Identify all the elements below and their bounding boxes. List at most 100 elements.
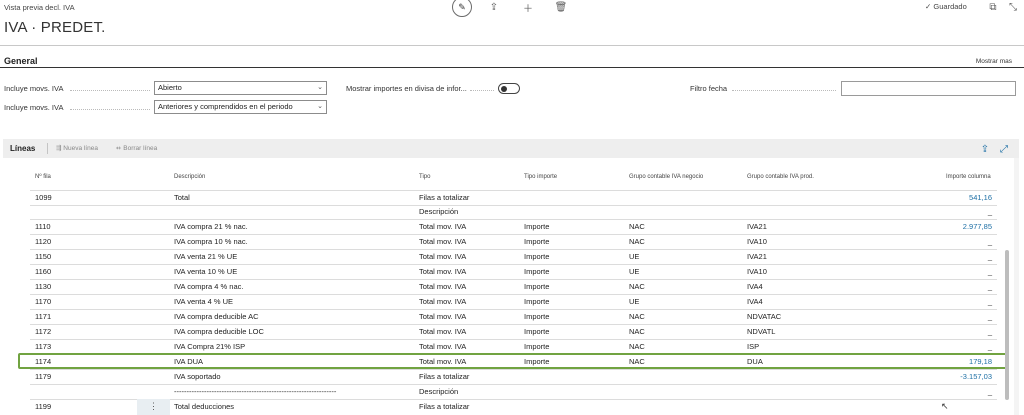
row-column-amount: _ <box>987 312 992 321</box>
column-header[interactable]: Descripción <box>174 174 205 180</box>
table-row[interactable]: 1130 IVA compra 4 % nac. Total mov. IVA … <box>30 280 997 295</box>
chevron-down-icon: ⌄ <box>317 84 323 91</box>
row-type: Total mov. IVA <box>419 237 467 246</box>
row-number[interactable]: 1170 <box>35 297 51 306</box>
row-amount-type: Importe <box>524 282 550 291</box>
row-business-group: UE <box>629 267 640 276</box>
show-more-link[interactable]: Mostrar mas <box>976 58 1012 65</box>
delete-trash-icon[interactable]: 🗑 <box>552 0 570 14</box>
row-number[interactable]: 1199 <box>35 402 51 411</box>
row-type: Filas a totalizar <box>419 372 470 381</box>
row-amount-type: Importe <box>524 267 550 276</box>
row-business-group: NAC <box>629 237 645 246</box>
vertical-scrollbar[interactable] <box>1005 250 1009 400</box>
new-line-button[interactable]: ⇶ Nueva línea <box>56 144 98 152</box>
row-product-group: IVA10 <box>747 267 767 276</box>
row-column-amount[interactable]: -3.157,03 <box>960 372 992 381</box>
edit-pencil-icon[interactable]: ✎ <box>452 0 472 17</box>
row-column-amount: _ <box>987 327 992 336</box>
column-header[interactable]: Tipo importe <box>524 174 557 180</box>
row-amount-type: Importe <box>524 222 550 231</box>
row-type: Descripción <box>419 387 459 396</box>
row-business-group: NAC <box>629 282 645 291</box>
table-row[interactable]: Descripción _ <box>30 205 997 220</box>
row-product-group: IVA4 <box>747 282 763 291</box>
row-business-group: UE <box>629 252 640 261</box>
delete-line-button[interactable]: ⇷ Borrar línea <box>116 144 157 152</box>
delete-line-label: Borrar línea <box>123 145 158 152</box>
table-row[interactable]: 1150 IVA venta 21 % UE Total mov. IVA Im… <box>30 250 997 265</box>
currency-toggle[interactable] <box>498 83 520 94</box>
row-number[interactable]: 1099 <box>35 193 52 202</box>
page-title: IVA · PREDET. <box>4 19 106 36</box>
row-number[interactable]: 1110 <box>35 222 51 231</box>
row-product-group: IVA4 <box>747 297 763 306</box>
expand-icon[interactable]: ⤢ <box>995 142 1013 156</box>
table-row[interactable]: 1160 IVA venta 10 % UE Total mov. IVA Im… <box>30 265 997 280</box>
row-product-group: NDVATL <box>747 327 776 336</box>
column-header[interactable]: Grupo contable IVA negocio <box>629 174 703 180</box>
share-icon[interactable]: ⇪ <box>485 0 503 14</box>
general-section-title[interactable]: General <box>4 56 38 66</box>
currency-toggle-label: Mostrar importes en divisa de infor... <box>346 84 467 93</box>
table-row[interactable]: 1171 IVA compra deducible AC Total mov. … <box>30 310 997 325</box>
breadcrumb[interactable]: Vista previa decl. IVA <box>4 3 75 12</box>
row-column-amount: _ <box>987 207 992 216</box>
open-new-window-icon[interactable]: ⧉ <box>984 0 1002 14</box>
row-description: IVA compra deducible AC <box>174 312 259 321</box>
mouse-cursor-icon: ↖ <box>941 401 949 411</box>
column-header[interactable]: Grupo contable IVA prod. <box>747 174 814 180</box>
row-type: Filas a totalizar <box>419 402 470 411</box>
row-number[interactable]: 1160 <box>35 267 51 276</box>
column-header[interactable]: Importe columna <box>946 174 991 180</box>
table-row[interactable]: 1110 IVA compra 21 % nac. Total mov. IVA… <box>30 220 997 235</box>
column-header[interactable]: Tipo <box>419 174 430 180</box>
vat-entries-select-1[interactable]: Abierto ⌄ <box>154 81 327 95</box>
row-column-amount: _ <box>987 342 992 351</box>
share-icon[interactable]: ⇪ <box>976 142 994 156</box>
toggle-knob <box>501 85 507 92</box>
save-status-label: Guardado <box>933 2 967 11</box>
column-header[interactable]: Nº fila <box>35 174 51 180</box>
row-business-group: NAC <box>629 327 645 336</box>
row-description: Total deducciones <box>174 402 235 411</box>
field-leader <box>70 90 150 92</box>
table-row[interactable]: 1170 IVA venta 4 % UE Total mov. IVA Imp… <box>30 295 997 310</box>
table-row[interactable]: 1172 IVA compra deducible LOC Total mov.… <box>30 325 997 340</box>
row-type: Total mov. IVA <box>419 297 467 306</box>
row-column-amount[interactable]: 541,16 <box>969 193 992 202</box>
table-row[interactable]: 1179 IVA soportado Filas a totalizar -3.… <box>30 370 997 385</box>
row-business-group: NAC <box>629 222 645 231</box>
row-type: Total mov. IVA <box>419 342 467 351</box>
row-menu-icon[interactable]: ⋮ <box>137 399 170 415</box>
new-line-label: Nueva línea <box>63 145 98 152</box>
vat-entries-select-1-value: Abierto <box>158 83 182 92</box>
table-row[interactable]: ----------------------------------------… <box>30 385 997 400</box>
row-highlight-frame <box>18 353 1008 369</box>
row-number[interactable]: 1150 <box>35 252 51 261</box>
row-column-amount: _ <box>987 387 992 396</box>
row-number[interactable]: 1171 <box>35 312 51 321</box>
row-number[interactable]: 1173 <box>35 342 51 351</box>
table-row[interactable]: 1199 Total deducciones Filas a totalizar <box>30 400 997 414</box>
row-number[interactable]: 1172 <box>35 327 51 336</box>
field-leader <box>70 109 150 111</box>
row-type: Total mov. IVA <box>419 222 467 231</box>
table-row[interactable]: 1099 Total Filas a totalizar 541,16 <box>30 190 997 206</box>
vat-entries-select-2[interactable]: Anteriores y comprendidos en el periodo … <box>154 100 327 114</box>
row-number[interactable]: 1130 <box>35 282 51 291</box>
lines-title[interactable]: Líneas <box>10 144 35 153</box>
table-row[interactable]: 1120 IVA compra 10 % nac. Total mov. IVA… <box>30 235 997 250</box>
date-filter-input[interactable] <box>841 81 1016 96</box>
vat-entries-label-1: Incluye movs. IVA <box>4 84 64 93</box>
toolbar-divider <box>47 143 48 154</box>
row-description: IVA compra 10 % nac. <box>174 237 248 246</box>
row-description: ----------------------------------------… <box>174 387 337 396</box>
row-number[interactable]: 1179 <box>35 372 51 381</box>
row-number[interactable]: 1120 <box>35 237 51 246</box>
row-amount-type: Importe <box>524 342 550 351</box>
collapse-icon[interactable]: ⤡ <box>1004 0 1022 14</box>
row-column-amount[interactable]: 2.977,85 <box>963 222 992 231</box>
new-plus-icon[interactable]: ＋ <box>519 0 537 15</box>
row-column-amount: _ <box>987 237 992 246</box>
